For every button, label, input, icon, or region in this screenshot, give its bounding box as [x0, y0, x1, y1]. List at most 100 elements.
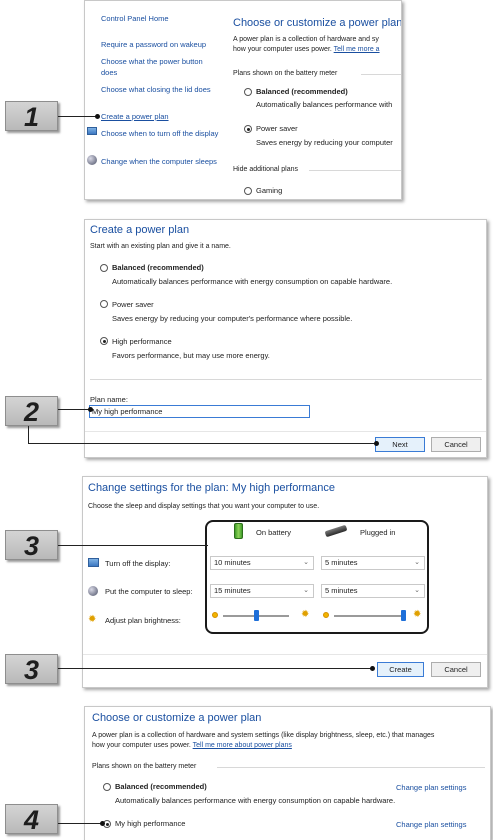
plan-desc-balanced: Automatically balances performance with …: [115, 796, 396, 805]
plan-radio-gaming[interactable]: [244, 187, 252, 195]
page-subtitle: Start with an existing plan and give it …: [90, 243, 231, 250]
plugged-in-label: Plugged in: [360, 528, 396, 537]
plan-name-label: Plan name:: [90, 395, 128, 404]
chevron-down-icon: ⌄: [303, 559, 309, 566]
select-value: 5 minutes: [325, 558, 358, 567]
plan-desc-high-performance: Favors performance, but may use more ene…: [112, 351, 270, 360]
tell-me-more-link[interactable]: Tell me more about power plans: [193, 742, 292, 749]
display-plugged-select[interactable]: 5 minutes ⌄: [321, 556, 425, 570]
plan-radio-balanced[interactable]: [103, 783, 111, 791]
create-button[interactable]: Create: [377, 662, 424, 677]
plan-name-power-saver: Power saver: [256, 124, 298, 133]
display-battery-select[interactable]: 10 minutes ⌄: [210, 556, 314, 570]
plan-radio-power-saver[interactable]: [244, 125, 252, 133]
change-plan-settings-panel: Change settings for the plan: My high pe…: [82, 476, 488, 688]
monitor-icon: [88, 558, 99, 567]
on-battery-label: On battery: [256, 528, 292, 537]
tell-me-more-link[interactable]: Tell me more a: [334, 46, 380, 53]
connector-line: [58, 823, 102, 824]
monitor-icon: [87, 127, 97, 135]
step-badge-3: 3: [5, 654, 58, 685]
sidebar-item-computer-sleeps[interactable]: Change when the computer sleeps: [101, 156, 219, 167]
select-value: 10 minutes: [214, 558, 251, 567]
sidebar-item-create-power-plan[interactable]: Create a power plan: [101, 112, 169, 121]
moon-icon: [88, 586, 98, 596]
footer-divider: [85, 431, 486, 432]
change-plan-settings-link-my-high-performance[interactable]: Change plan settings: [396, 820, 466, 829]
plan-radio-balanced[interactable]: [100, 264, 108, 272]
plan-radio-power-saver[interactable]: [100, 300, 108, 308]
sidebar-item-require-password[interactable]: Require a password on wakeup: [101, 39, 229, 50]
step-badge-2: 2: [5, 396, 58, 427]
chevron-down-icon: ⌄: [303, 587, 309, 594]
connector-line: [58, 545, 208, 546]
plan-desc-power-saver: Saves energy by reducing your computer's…: [112, 314, 353, 323]
battery-meter-label: Plans shown on the battery meter: [233, 70, 338, 77]
brightness-battery-slider[interactable]: [253, 610, 259, 621]
plan-radio-high-performance[interactable]: [100, 337, 108, 345]
page-title: Choose or customize a power plan: [92, 712, 262, 724]
sleep-plugged-select[interactable]: 5 minutes ⌄: [321, 584, 425, 598]
description: A power plan is a collection of hardware…: [92, 731, 434, 751]
description: A power plan is a collection of hardware…: [233, 35, 380, 55]
sleep-battery-select[interactable]: 15 minutes ⌄: [210, 584, 314, 598]
connector-dot: [88, 407, 93, 412]
hide-additional-plans[interactable]: Hide additional plans: [233, 166, 298, 173]
cancel-button[interactable]: Cancel: [431, 662, 481, 677]
brightness-low-icon: [212, 612, 218, 618]
page-title: Choose or customize a power plan: [233, 17, 402, 29]
divider: [309, 170, 401, 171]
change-plan-settings-link-balanced[interactable]: Change plan settings: [396, 783, 466, 792]
connector-line: [58, 409, 90, 410]
brightness-plugged-track: [334, 615, 406, 617]
divider: [217, 767, 485, 768]
sidebar-item-turn-off-display[interactable]: Choose when to turn off the display: [101, 128, 219, 139]
plan-desc-balanced: Automatically balances performance with: [256, 100, 393, 109]
brightness-low-icon: [323, 612, 329, 618]
battery-icon: [234, 523, 243, 539]
page-title: Create a power plan: [90, 224, 190, 236]
select-value: 5 minutes: [325, 586, 358, 595]
turn-off-display-label: Turn off the display:: [105, 559, 171, 568]
plan-name-my-high-performance: My high performance: [115, 819, 186, 828]
next-button[interactable]: Next: [375, 437, 425, 452]
plan-name-balanced: Balanced (recommended): [256, 87, 348, 96]
brightness-label: Adjust plan brightness:: [105, 616, 181, 625]
page-subtitle: Choose the sleep and display settings th…: [88, 503, 320, 510]
plan-name-high-performance: High performance: [112, 337, 172, 346]
connector-line: [28, 443, 376, 444]
plan-radio-balanced[interactable]: [244, 88, 252, 96]
connector-line: [58, 668, 372, 669]
control-panel-home-link[interactable]: Control Panel Home: [101, 14, 169, 23]
cancel-button[interactable]: Cancel: [431, 437, 481, 452]
step-badge-3: 3: [5, 530, 58, 561]
divider: [90, 379, 482, 380]
brightness-plugged-slider[interactable]: [401, 610, 406, 621]
connector-dot: [370, 666, 375, 671]
sidebar-item-power-button[interactable]: Choose what the power button does: [101, 56, 219, 78]
battery-meter-label: Plans shown on the battery meter: [92, 763, 197, 770]
plan-desc-balanced: Automatically balances performance with …: [112, 277, 393, 286]
sidebar-item-closing-lid[interactable]: Choose what closing the lid does: [101, 84, 219, 95]
choose-power-plan-panel: Choose or customize a power plan A power…: [84, 706, 491, 840]
brightness-high-icon: ✹: [413, 609, 422, 620]
power-options-panel: Control Panel Home Require a password on…: [84, 0, 402, 200]
description-line: how your computer uses power.: [92, 742, 191, 749]
brightness-icon: ✹: [88, 614, 97, 625]
connector-line: [58, 116, 96, 117]
sleep-label: Put the computer to sleep:: [105, 587, 193, 596]
brightness-high-icon: ✹: [301, 609, 310, 620]
divider: [361, 74, 401, 75]
plan-name-power-saver: Power saver: [112, 300, 154, 309]
plan-desc-power-saver: Saves energy by reducing your computer: [256, 138, 393, 147]
select-value: 15 minutes: [214, 586, 251, 595]
plan-name-input[interactable]: My high performance: [89, 405, 310, 418]
chevron-down-icon: ⌄: [414, 587, 420, 594]
moon-icon: [87, 155, 97, 165]
plan-name-balanced: Balanced (recommended): [112, 263, 204, 272]
step-badge-4: 4: [5, 804, 58, 835]
description-line: A power plan is a collection of hardware…: [233, 36, 379, 43]
step-badge-1: 1: [5, 101, 58, 132]
connector-dot: [95, 114, 100, 119]
connector-dot: [374, 441, 379, 446]
